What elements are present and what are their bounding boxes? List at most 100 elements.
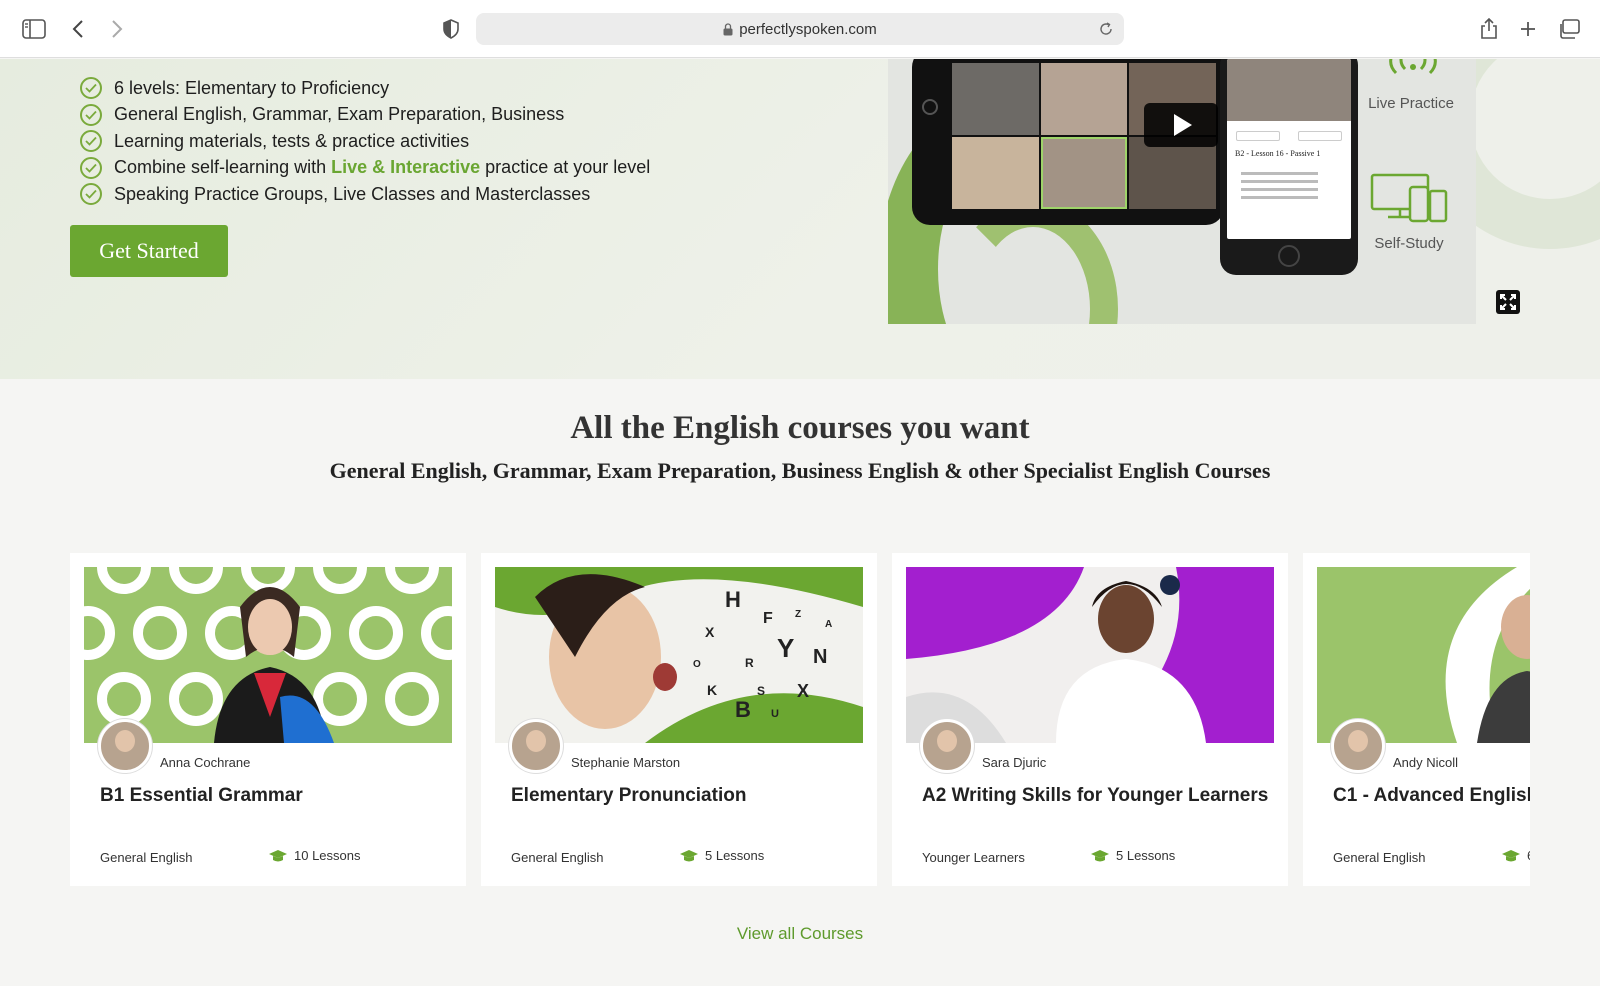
live-practice-label: Live Practice — [1368, 95, 1454, 112]
privacy-shield-icon[interactable] — [436, 14, 466, 44]
feature-text: 6 levels: Elementary to Proficiency — [114, 77, 390, 98]
url-text: perfectlyspoken.com — [739, 20, 877, 38]
course-category: General English — [511, 850, 604, 865]
graduation-cap-icon — [1501, 849, 1521, 863]
view-all-courses-link[interactable]: View all Courses — [0, 924, 1600, 944]
feature-list: 6 levels: Elementary to Proficiency Gene… — [80, 75, 650, 208]
course-title[interactable]: Elementary Pronunciation — [511, 785, 746, 807]
author-avatar — [98, 719, 152, 773]
tab-overview-icon[interactable] — [1554, 14, 1584, 44]
feature-text-before: Combine self-learning with — [114, 157, 327, 178]
feature-item: General English, Grammar, Exam Preparati… — [80, 102, 650, 129]
tablet-camera-icon — [922, 99, 938, 115]
svg-text:S: S — [757, 684, 765, 698]
intro-video[interactable]: B2 - Lesson 16 - Passive 1 Live Practice… — [888, 59, 1476, 324]
hero-section: 6 levels: Elementary to Proficiency Gene… — [0, 59, 1600, 379]
phone-lesson-lines — [1227, 165, 1351, 206]
svg-text:H: H — [725, 587, 741, 612]
course-card[interactable]: HF XY NR XB KS ZO AU Stephanie Marston E… — [481, 553, 877, 886]
svg-text:B: B — [735, 697, 751, 722]
feature-item: 6 levels: Elementary to Proficiency — [80, 75, 650, 102]
svg-text:A: A — [825, 619, 832, 630]
lesson-count: 10 Lessons — [268, 848, 361, 863]
author-name: Sara Djuric — [982, 755, 1047, 770]
courses-heading: All the English courses you want — [570, 410, 1030, 446]
lesson-count: 5 Lessons — [1090, 848, 1175, 863]
svg-text:N: N — [813, 646, 827, 668]
lesson-count: 6 — [1501, 848, 1530, 863]
self-study-label: Self-Study — [1374, 235, 1444, 252]
check-circle-icon — [80, 156, 102, 179]
lesson-count-text: 6 — [1527, 848, 1530, 863]
course-card[interactable]: Anna Cochrane B1 Essential Grammar Gener… — [70, 553, 466, 886]
feature-item: Combine self-learning with Live & Intera… — [80, 155, 650, 182]
course-title[interactable]: C1 - Advanced English — [1333, 785, 1530, 807]
check-circle-icon — [80, 130, 102, 153]
course-title[interactable]: B1 Essential Grammar — [100, 785, 303, 807]
author-avatar — [509, 719, 563, 773]
svg-text:X: X — [797, 681, 809, 701]
author-avatar — [920, 719, 974, 773]
forward-icon[interactable] — [102, 14, 132, 44]
svg-text:U: U — [771, 708, 779, 720]
author-name: Andy Nicoll — [1393, 755, 1459, 770]
address-bar[interactable]: perfectlyspoken.com — [476, 13, 1124, 45]
feature-text: Speaking Practice Groups, Live Classes a… — [114, 183, 591, 204]
phone-video-thumbnail — [1227, 59, 1351, 121]
reload-icon[interactable] — [1096, 19, 1116, 39]
check-circle-icon — [80, 77, 102, 100]
courses-subheading: General English, Grammar, Exam Preparati… — [329, 458, 1271, 483]
course-image[interactable] — [84, 567, 452, 743]
lock-icon — [723, 22, 733, 36]
lesson-count-text: 5 Lessons — [705, 848, 765, 863]
course-card[interactable]: Andy Nicoll C1 - Advanced English Genera… — [1303, 553, 1530, 886]
participant-tile — [1040, 137, 1128, 209]
check-circle-icon — [80, 183, 102, 206]
graduation-cap-icon — [1090, 849, 1110, 863]
svg-text:R: R — [745, 656, 754, 670]
phone-mockup: B2 - Lesson 16 - Passive 1 — [1220, 59, 1358, 275]
feature-text-after: practice at your level — [485, 157, 651, 178]
participant-tile — [952, 137, 1039, 209]
course-carousel[interactable]: Anna Cochrane B1 Essential Grammar Gener… — [70, 553, 1530, 886]
sidebar-toggle-icon[interactable] — [19, 14, 49, 44]
svg-text:O: O — [693, 659, 701, 670]
course-category: General English — [1333, 850, 1426, 865]
course-image[interactable] — [1317, 567, 1530, 743]
lesson-count-text: 5 Lessons — [1116, 848, 1176, 863]
course-image[interactable] — [906, 567, 1274, 743]
feature-text: Learning materials, tests & practice act… — [114, 130, 470, 151]
share-icon[interactable] — [1474, 14, 1504, 44]
devices-icon — [1370, 173, 1448, 223]
svg-text:F: F — [763, 610, 773, 627]
footer-edge — [0, 986, 1600, 1000]
new-tab-icon[interactable] — [1513, 14, 1543, 44]
feature-item: Speaking Practice Groups, Live Classes a… — [80, 181, 650, 208]
live-signal-icon — [1389, 59, 1437, 75]
participant-tile — [1040, 63, 1128, 135]
svg-text:X: X — [705, 624, 715, 640]
check-circle-icon — [80, 103, 102, 126]
svg-text:Z: Z — [795, 609, 801, 620]
participant-tile — [952, 63, 1039, 135]
back-icon[interactable] — [63, 14, 93, 44]
course-title[interactable]: A2 Writing Skills for Younger Learners — [922, 785, 1268, 807]
graduation-cap-icon — [679, 849, 699, 863]
live-interactive-highlight: Live & Interactive — [331, 157, 481, 178]
author-name: Stephanie Marston — [571, 755, 681, 770]
get-started-button[interactable]: Get Started — [70, 225, 228, 277]
lesson-count: 5 Lessons — [679, 848, 764, 863]
course-card[interactable]: Sara Djuric A2 Writing Skills for Younge… — [892, 553, 1288, 886]
svg-text:K: K — [707, 682, 717, 698]
graduation-cap-icon — [268, 849, 288, 863]
phone-home-button — [1278, 245, 1300, 267]
feature-text: General English, Grammar, Exam Preparati… — [114, 104, 565, 125]
lesson-count-text: 10 Lessons — [294, 848, 361, 863]
phone-nav-buttons — [1227, 121, 1351, 143]
phone-lesson-title: B2 - Lesson 16 - Passive 1 — [1235, 149, 1321, 158]
course-category: Younger Learners — [922, 850, 1025, 865]
course-category: General English — [100, 850, 193, 865]
fullscreen-icon[interactable] — [1496, 290, 1520, 314]
course-image[interactable]: HF XY NR XB KS ZO AU — [495, 567, 863, 743]
play-icon[interactable] — [1144, 103, 1218, 147]
